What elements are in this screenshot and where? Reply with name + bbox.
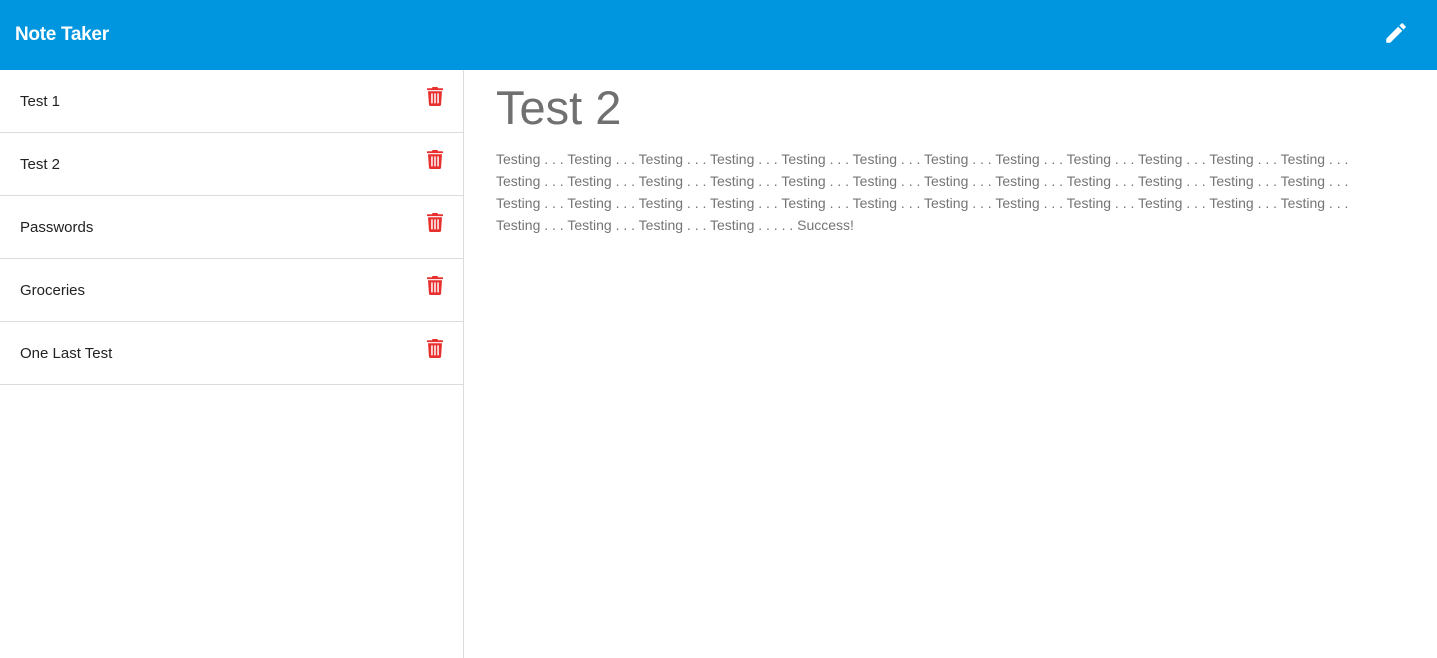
note-editor: Test 2 Testing . . . Testing . . . Testi… <box>464 70 1437 658</box>
notes-sidebar: Test 1 Test 2 Passwords Groceries One La… <box>0 70 464 658</box>
note-list: Test 1 Test 2 Passwords Groceries One La… <box>0 70 463 385</box>
delete-note-button[interactable] <box>426 339 444 363</box>
note-list-item-one-last-test[interactable]: One Last Test <box>0 322 463 385</box>
note-list-item-test-1[interactable]: Test 1 <box>0 70 463 133</box>
new-note-button[interactable] <box>1378 17 1414 53</box>
pencil-icon <box>1383 20 1409 51</box>
note-list-item-test-2[interactable]: Test 2 <box>0 133 463 196</box>
note-title-field[interactable]: Test 2 <box>496 80 621 136</box>
app-title[interactable]: Note Taker <box>15 23 109 47</box>
trash-icon <box>427 276 443 300</box>
note-list-item-passwords[interactable]: Passwords <box>0 196 463 259</box>
trash-icon <box>427 213 443 237</box>
note-list-item-groceries[interactable]: Groceries <box>0 259 463 322</box>
delete-note-button[interactable] <box>426 150 444 174</box>
delete-note-button[interactable] <box>426 276 444 300</box>
top-navbar: Note Taker <box>0 0 1437 70</box>
trash-icon <box>427 87 443 111</box>
note-list-item-title: Passwords <box>20 219 94 236</box>
delete-note-button[interactable] <box>426 87 444 111</box>
note-list-item-title: Test 1 <box>20 93 61 110</box>
delete-note-button[interactable] <box>426 213 444 237</box>
note-list-item-title: Test 2 <box>20 156 61 173</box>
trash-icon <box>427 339 443 363</box>
note-text-field[interactable]: Testing . . . Testing . . . Testing . . … <box>496 148 1396 236</box>
trash-icon <box>427 150 443 174</box>
note-list-item-title: Groceries <box>20 282 86 299</box>
note-list-item-title: One Last Test <box>20 345 113 362</box>
